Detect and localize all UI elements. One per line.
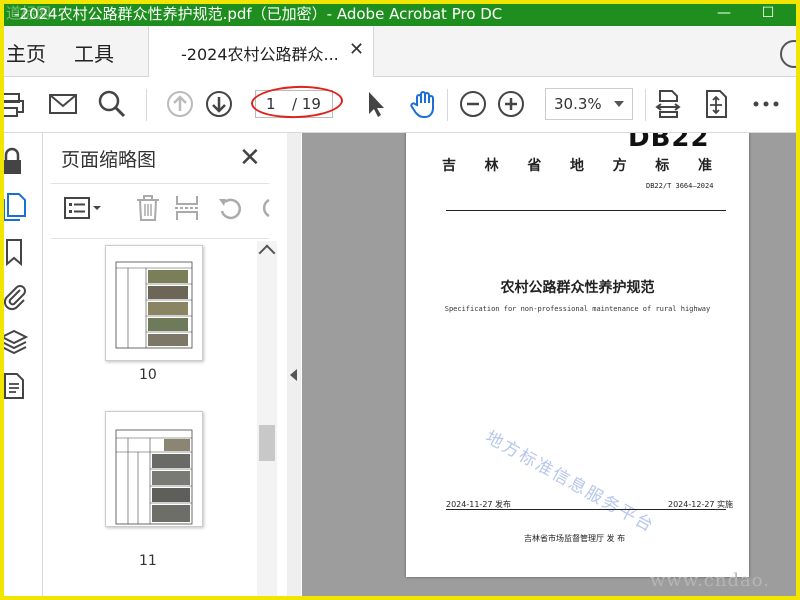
title-bar: 道标网 -2024农村公路群众性养护规范.pdf（已加密）- Adobe Acr… xyxy=(0,0,800,26)
rotate-counterclockwise-icon[interactable] xyxy=(217,193,245,223)
more-options-icon[interactable] xyxy=(750,88,782,120)
layers-icon[interactable] xyxy=(0,327,32,357)
window-title: -2024农村公路群众性养护规范.pdf（已加密）- Adobe Acrobat… xyxy=(14,5,503,23)
header-char: 省 xyxy=(527,158,542,174)
search-icon[interactable] xyxy=(96,88,128,120)
thumbnail-label: 11 xyxy=(139,553,157,569)
left-navigation-rail xyxy=(0,133,43,600)
scroll-up-icon[interactable] xyxy=(258,244,276,262)
pdf-page: DB22 吉 林 省 地 方 标 准 DB22/T 3664—2024 农村公路… xyxy=(406,133,749,577)
page-thumbnails-panel: 页面缩略图 ✕ 10 11 xyxy=(43,133,288,600)
prev-page-icon[interactable] xyxy=(164,88,196,120)
delete-page-icon[interactable] xyxy=(135,193,161,223)
tab-document[interactable]: -2024农村公路群众... ✕ xyxy=(148,26,374,77)
collapse-panel-icon[interactable] xyxy=(290,369,297,381)
document-title: 农村公路群众性养护规范 xyxy=(500,280,655,296)
document-properties-icon[interactable] xyxy=(2,371,32,401)
email-icon[interactable] xyxy=(47,88,79,120)
tab-close-icon[interactable]: ✕ xyxy=(349,39,364,60)
header-char: 林 xyxy=(484,158,499,174)
page-thumbnail[interactable] xyxy=(105,411,203,527)
select-cursor-icon[interactable] xyxy=(360,88,392,120)
page-thumbnails-icon[interactable] xyxy=(2,191,32,221)
bookmark-icon[interactable] xyxy=(2,237,32,267)
hand-tool-icon[interactable] xyxy=(408,88,440,120)
header-char: 标 xyxy=(655,158,670,174)
chevron-down-icon xyxy=(614,101,624,107)
zoom-in-icon[interactable] xyxy=(495,88,527,120)
minimize-button[interactable]: — xyxy=(704,0,744,26)
tab-home[interactable]: 主页 xyxy=(6,38,46,67)
lock-icon[interactable] xyxy=(2,147,32,177)
standard-header-title: 吉 林 省 地 方 标 准 xyxy=(442,155,712,175)
next-page-icon[interactable] xyxy=(203,88,235,120)
document-view[interactable]: DB22 吉 林 省 地 方 标 准 DB22/T 3664—2024 农村公路… xyxy=(302,133,800,600)
maximize-button[interactable]: ☐ xyxy=(748,0,788,26)
zoom-dropdown[interactable]: 30.3% xyxy=(545,88,633,120)
extract-page-icon[interactable] xyxy=(174,193,200,223)
panel-splitter[interactable] xyxy=(287,133,301,600)
header-char: 吉 xyxy=(442,158,456,174)
tab-tools[interactable]: 工具 xyxy=(74,38,114,67)
rotate-clockwise-icon[interactable] xyxy=(257,193,271,223)
thumbnail-scrollbar[interactable] xyxy=(257,241,277,600)
main-toolbar: 1 / 19 30.3% xyxy=(0,77,800,133)
fit-page-icon[interactable] xyxy=(700,88,732,120)
issuing-authority: 吉林省市场监督管理厅 发 布 xyxy=(524,534,626,543)
attachment-icon[interactable] xyxy=(2,281,32,311)
page-thumbnail[interactable] xyxy=(105,245,203,361)
standard-number: DB22/T 3664—2024 xyxy=(646,182,714,190)
help-icon[interactable] xyxy=(780,40,800,68)
fit-width-icon[interactable] xyxy=(652,88,684,120)
scrollbar-thumb[interactable] xyxy=(259,425,275,461)
tab-bar: 主页 工具 -2024农村公路群众... ✕ xyxy=(0,26,800,77)
thumbnail-options-icon[interactable] xyxy=(63,193,103,223)
panel-title: 页面缩略图 xyxy=(61,149,157,171)
standard-header-code: DB22 xyxy=(628,133,710,153)
header-char: 地 xyxy=(569,158,584,174)
thumbnail-label: 10 xyxy=(139,367,157,383)
page-watermark: 地方标准信息服务平台 xyxy=(481,427,658,537)
zoom-value: 30.3% xyxy=(554,95,602,113)
site-watermark-url: www.cndao. xyxy=(650,570,770,591)
header-char: 方 xyxy=(612,158,627,174)
document-title-english: Specification for non-professional maint… xyxy=(444,305,711,313)
header-char: 准 xyxy=(697,158,712,174)
zoom-out-icon[interactable] xyxy=(457,88,489,120)
print-icon[interactable] xyxy=(0,88,26,120)
panel-close-icon[interactable]: ✕ xyxy=(239,143,261,173)
tab-document-label: -2024农村公路群众... xyxy=(181,45,339,64)
